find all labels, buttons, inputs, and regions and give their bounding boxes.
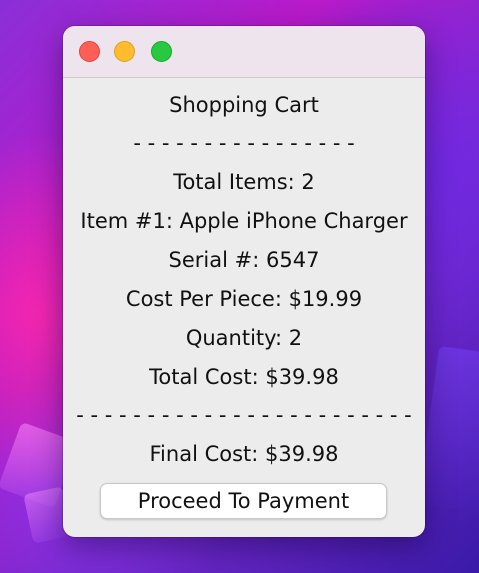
separator-bottom: - - - - - - - - - - - - - - - - - - - - … xyxy=(76,403,412,427)
total-items-label: Total Items: 2 xyxy=(173,170,315,194)
close-window-button[interactable] xyxy=(79,41,100,62)
minimize-window-button[interactable] xyxy=(114,41,135,62)
cart-heading: Shopping Cart xyxy=(169,93,319,117)
window-titlebar[interactable] xyxy=(63,26,425,78)
maximize-window-button[interactable] xyxy=(151,41,172,62)
cart-content: Shopping Cart - - - - - - - - - - - - - … xyxy=(63,78,425,536)
item-total-cost-label: Total Cost: $39.98 xyxy=(149,365,339,389)
shopping-cart-window: Shopping Cart - - - - - - - - - - - - - … xyxy=(63,26,425,537)
item-quantity-label: Quantity: 2 xyxy=(185,326,303,350)
item-cost-per-piece-label: Cost Per Piece: $19.99 xyxy=(125,287,363,311)
separator-top: - - - - - - - - - - - - - - - - xyxy=(133,131,355,155)
proceed-to-payment-button[interactable]: Proceed To Payment xyxy=(100,483,387,519)
wallpaper-shape xyxy=(417,345,479,515)
item-serial-label: Serial #: 6547 xyxy=(168,248,320,272)
item-name-label: Item #1: Apple iPhone Charger xyxy=(80,209,408,233)
final-cost-label: Final Cost: $39.98 xyxy=(149,442,339,466)
